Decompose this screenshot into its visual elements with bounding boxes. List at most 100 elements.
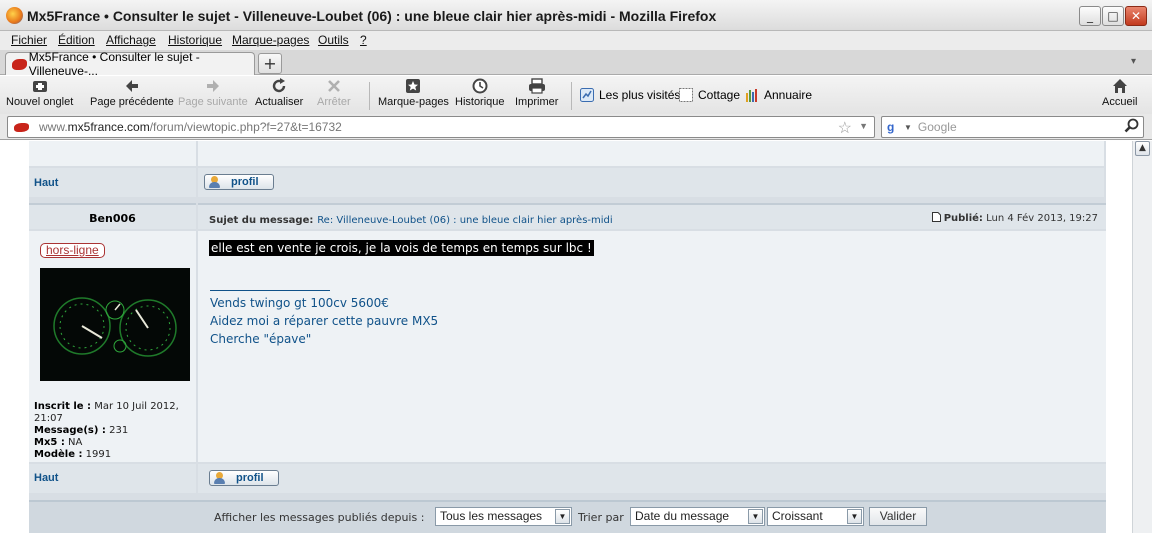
magnifier-icon[interactable] — [1124, 118, 1139, 136]
bookmark-annuaire[interactable]: Annuaire — [745, 88, 812, 102]
subject-label: Sujet du message: — [209, 215, 314, 226]
clock-icon — [472, 78, 488, 95]
messages-label: Message(s) : — [34, 425, 106, 436]
tab-label: Mx5France • Consulter le sujet - Villene… — [28, 50, 200, 78]
home-label: Accueil — [1102, 96, 1138, 108]
period-value: Tous les messages — [440, 509, 543, 523]
search-placeholder: Google — [917, 120, 957, 134]
offline-status-badge[interactable]: hors-ligne — [40, 243, 105, 258]
window-title: Mx5France • Consulter le sujet - Villene… — [27, 8, 717, 24]
new-tab-toolbar-button[interactable]: Nouvel onglet — [6, 78, 73, 108]
new-tab-icon — [32, 78, 48, 95]
bookmark-cottage[interactable]: Cottage — [679, 88, 740, 102]
arrow-left-icon — [124, 78, 140, 95]
post-author[interactable]: Ben006 — [29, 212, 196, 225]
menu-fichier[interactable]: Fichier — [11, 33, 47, 47]
messages-value: 231 — [109, 425, 129, 436]
profile-info: Inscrit le : Mar 10 Juil 2012, 21:07 Mes… — [34, 401, 204, 461]
location-bar: www. mx5france.com/forum/viewtopic.php?f=… — [0, 114, 1152, 140]
mx5-label: Mx5 : — [34, 437, 65, 448]
filter-label: Afficher les messages publiés depuis : — [214, 511, 425, 524]
toolbar-separator — [369, 82, 370, 110]
url-dropdown-chevron-icon[interactable]: ▼ — [859, 121, 868, 131]
forward-button[interactable]: Page suivante — [178, 78, 248, 108]
order-value: Croissant — [772, 509, 823, 523]
haut-link[interactable]: Haut — [34, 472, 58, 484]
home-icon — [1112, 78, 1128, 95]
url-host: mx5france.com — [67, 120, 150, 134]
document-icon[interactable] — [931, 212, 941, 222]
most-visited-label: Les plus visités — [599, 88, 681, 102]
back-button[interactable]: Page précédente — [90, 78, 174, 108]
model-label: Modèle : — [34, 449, 83, 460]
stop-button[interactable]: Arrêter — [317, 78, 351, 108]
prev-post-footer-right: Haut profil — [198, 168, 1104, 197]
model-value: 1991 — [85, 449, 112, 460]
bookmarks-label: Marque-pages — [378, 96, 449, 108]
new-tab-label: Nouvel onglet — [6, 96, 74, 108]
post-profile: hors-ligne Inscrit le : Mar 10 Juil 2012… — [29, 231, 196, 462]
new-tab-button[interactable]: + — [258, 53, 282, 74]
home-button[interactable]: Accueil — [1102, 78, 1137, 108]
menu-historique[interactable]: Historique — [168, 33, 222, 47]
bookmarks-button[interactable]: Marque-pages — [378, 78, 449, 108]
close-button[interactable]: ✕ — [1125, 6, 1147, 26]
arrow-right-icon — [205, 78, 221, 95]
period-select[interactable]: Tous les messages ▼ — [435, 507, 572, 526]
user-icon — [214, 471, 226, 485]
forward-label: Page suivante — [178, 96, 248, 108]
chevron-down-icon: ▼ — [555, 509, 570, 524]
tab-active[interactable]: Mx5France • Consulter le sujet - Villene… — [5, 50, 255, 78]
profil-label: profil — [236, 472, 264, 484]
reload-icon — [271, 78, 287, 95]
messages-row: Message(s) : 231 — [34, 425, 204, 437]
minimize-button[interactable]: _ — [1079, 6, 1101, 26]
menu-edition[interactable]: Édition — [58, 33, 95, 47]
google-icon[interactable]: g — [887, 120, 901, 134]
post-footer-left: Haut — [29, 464, 196, 493]
menu-outils[interactable]: Outils — [318, 33, 349, 47]
post-subject-row: Sujet du message: Re: Villeneuve-Loubet … — [209, 212, 613, 226]
url-input[interactable]: www. mx5france.com/forum/viewtopic.php?f=… — [7, 116, 875, 138]
signature-line-3: Cherche "épave" — [210, 332, 312, 346]
stop-label: Arrêter — [317, 96, 351, 108]
vertical-scrollbar[interactable]: ▲ — [1132, 141, 1152, 533]
avatar — [40, 268, 190, 381]
print-button[interactable]: Imprimer — [515, 78, 558, 108]
joined-row: Inscrit le : Mar 10 Juil 2012, — [34, 401, 204, 413]
sort-label: Trier par — [578, 511, 624, 524]
post-subject-link[interactable]: Re: Villeneuve-Loubet (06) : une bleue c… — [317, 215, 613, 226]
menu-marque-pages[interactable]: Marque-pages — [232, 33, 309, 47]
menu-help[interactable]: ? — [360, 33, 367, 47]
valider-button[interactable]: Valider — [869, 507, 927, 526]
prev-post-right — [198, 141, 1104, 166]
posted-date: Lun 4 Fév 2013, 19:27 — [986, 213, 1098, 224]
reload-button[interactable]: Actualiser — [255, 78, 303, 108]
prev-post-footer-left: Haut — [29, 168, 196, 197]
history-button[interactable]: Historique — [455, 78, 505, 108]
post-date-row: Publié: Lun 4 Fév 2013, 19:27 — [931, 212, 1098, 224]
order-select[interactable]: Croissant ▼ — [767, 507, 864, 526]
profil-button[interactable]: profil — [209, 470, 279, 486]
scroll-up-arrow-icon[interactable]: ▲ — [1135, 141, 1150, 156]
tab-list-chevron-icon[interactable]: ▾ — [1131, 56, 1136, 67]
engine-dropdown-chevron-icon[interactable]: ▼ — [904, 123, 912, 132]
sort-select[interactable]: Date du message ▼ — [630, 507, 765, 526]
menu-affichage[interactable]: Affichage — [106, 33, 156, 47]
cottage-label: Cottage — [698, 88, 741, 102]
annuaire-bars-icon — [745, 88, 759, 102]
star-icon[interactable]: ☆ — [838, 118, 852, 138]
bookmark-most-visited[interactable]: Les plus visités — [580, 88, 680, 102]
search-input[interactable]: g ▼ Google — [881, 116, 1144, 138]
posted-label: Publié: — [943, 213, 983, 224]
toolbar-separator — [571, 82, 572, 110]
profil-button[interactable]: Haut profil — [204, 174, 274, 190]
history-label: Historique — [455, 96, 505, 108]
haut-link[interactable]: Haut — [34, 177, 58, 189]
profil-label: profil — [231, 176, 259, 188]
signature-line-2: Aidez moi a réparer cette pauvre MX5 — [210, 314, 439, 328]
signature-line-1: Vends twingo gt 100cv 5600€ — [210, 296, 389, 310]
page-viewport: Haut Haut profil Ben006 Sujet du message… — [0, 141, 1132, 533]
signature-divider — [210, 290, 330, 291]
maximize-button[interactable]: □ — [1102, 6, 1124, 26]
